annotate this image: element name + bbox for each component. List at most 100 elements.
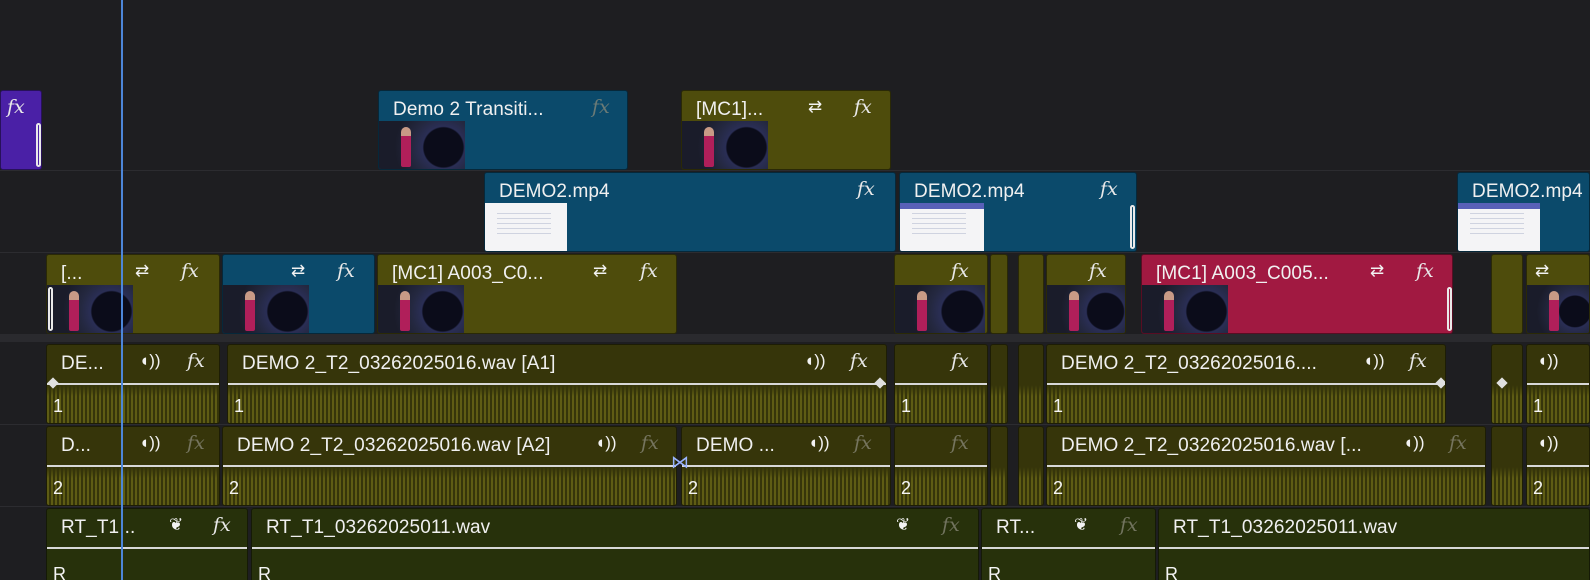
video-clip[interactable]: fx [894, 254, 988, 334]
video-clip[interactable]: [MC1]... ⇄ fx [681, 90, 891, 170]
audio-clip[interactable]: D... ◖)) fx 2 [46, 426, 220, 506]
speech-icon[interactable]: ◖)) [139, 351, 161, 371]
clip-trim-handle[interactable] [48, 287, 53, 331]
video-clip[interactable]: fx [0, 90, 42, 170]
ripple-edit-cursor-icon[interactable]: ⋈ [670, 452, 690, 472]
audio-clip[interactable] [1491, 426, 1523, 506]
audio-clip[interactable]: fx 2 [894, 426, 988, 506]
audio-clip[interactable]: RT... ❦ fx R [981, 508, 1156, 580]
multicam-sync-icon[interactable]: ⇄ [291, 261, 305, 281]
fx-icon[interactable]: fx [187, 350, 205, 372]
speech-icon[interactable]: ◖)) [1537, 351, 1559, 371]
speech-icon[interactable]: ◖)) [1363, 351, 1385, 371]
audio-clip[interactable]: RT_T1_03262025011.wav ❦ fx R [251, 508, 979, 580]
volume-line[interactable] [47, 547, 247, 549]
audio-clip[interactable]: DEMO 2_T2_03262025016.wav [... ◖)) fx 2 [1046, 426, 1486, 506]
playhead[interactable] [121, 0, 123, 580]
volume-line[interactable] [223, 465, 676, 467]
clip-trim-handle[interactable] [1130, 205, 1135, 249]
audio-clip[interactable] [1491, 344, 1523, 424]
speech-icon[interactable]: ◖)) [595, 433, 617, 453]
fx-icon[interactable]: fx [857, 178, 875, 200]
audio-clip[interactable]: DEMO ... ◖)) fx 2 [681, 426, 891, 506]
audio-clip[interactable] [990, 344, 1008, 424]
video-clip[interactable]: ⇄ [1526, 254, 1590, 334]
multicam-sync-icon[interactable]: ⇄ [135, 261, 149, 281]
remix-icon[interactable]: ❦ [169, 515, 183, 535]
volume-line[interactable] [228, 383, 886, 385]
video-clip[interactable]: DEMO2.mp4 fx [899, 172, 1137, 252]
fx-icon[interactable]: fx [1449, 432, 1467, 454]
clip-trim-handle[interactable] [36, 123, 41, 167]
fx-icon[interactable]: fx [951, 260, 969, 282]
volume-line[interactable] [47, 383, 219, 385]
video-clip[interactable] [1018, 254, 1044, 334]
volume-line[interactable] [1527, 465, 1589, 467]
fx-icon[interactable]: fx [187, 432, 205, 454]
volume-line[interactable] [982, 547, 1155, 549]
audio-clip[interactable]: RT_T1... ❦ fx R [46, 508, 248, 580]
volume-line[interactable] [1527, 383, 1589, 385]
speech-icon[interactable]: ◖)) [804, 351, 826, 371]
volume-line[interactable] [1159, 547, 1589, 549]
audio-clip[interactable]: RT_T1_03262025011.wav R [1158, 508, 1590, 580]
fx-icon[interactable]: fx [1100, 178, 1118, 200]
speech-icon[interactable]: ◖)) [1537, 433, 1559, 453]
fx-icon[interactable]: fx [213, 514, 231, 536]
audio-clip[interactable]: ◖)) 2 [1526, 426, 1590, 506]
audio-clip[interactable]: DE... ◖)) fx 1 [46, 344, 220, 424]
multicam-sync-icon[interactable]: ⇄ [1535, 261, 1549, 281]
multicam-sync-icon[interactable]: ⇄ [1370, 261, 1384, 281]
video-clip[interactable]: Demo 2 Transiti... fx [378, 90, 628, 170]
remix-icon[interactable]: ❦ [1074, 515, 1088, 535]
remix-icon[interactable]: ❦ [896, 515, 910, 535]
video-clip[interactable] [990, 254, 1008, 334]
audio-clip[interactable] [990, 426, 1008, 506]
fx-icon[interactable]: fx [1409, 350, 1427, 372]
fx-icon[interactable]: fx [854, 432, 872, 454]
volume-line[interactable] [1047, 465, 1485, 467]
fx-icon[interactable]: fx [854, 96, 872, 118]
speech-icon[interactable]: ◖)) [139, 433, 161, 453]
audio-clip[interactable]: DEMO 2_T2_03262025016.... ◖)) fx 1 [1046, 344, 1446, 424]
volume-line[interactable] [47, 465, 219, 467]
multicam-sync-icon[interactable]: ⇄ [593, 261, 607, 281]
video-clip[interactable]: [MC1] A003_C005... ⇄ fx [1141, 254, 1453, 334]
audio-clip[interactable]: fx 1 [894, 344, 988, 424]
audio-waveform [1047, 385, 1445, 423]
fx-icon[interactable]: fx [592, 96, 610, 118]
fx-icon[interactable]: fx [1120, 514, 1138, 536]
volume-line[interactable] [252, 547, 978, 549]
fx-icon[interactable]: fx [942, 514, 960, 536]
fx-icon[interactable]: fx [951, 350, 969, 372]
audio-clip[interactable]: ◖)) 1 [1526, 344, 1590, 424]
video-clip[interactable]: ⇄ fx [222, 254, 375, 334]
audio-clip[interactable]: DEMO 2_T2_03262025016.wav [A1] ◖)) fx 1 [227, 344, 887, 424]
multicam-sync-icon[interactable]: ⇄ [808, 97, 822, 117]
fx-icon[interactable]: fx [850, 350, 868, 372]
fx-icon[interactable]: fx [7, 96, 25, 118]
fx-icon[interactable]: fx [1416, 260, 1434, 282]
volume-line[interactable] [1047, 383, 1445, 385]
video-clip[interactable]: fx [1046, 254, 1126, 334]
video-clip[interactable]: [MC1] A003_C0... ⇄ fx [377, 254, 677, 334]
video-clip[interactable]: DEMO2.mp4 [1457, 172, 1590, 252]
fx-icon[interactable]: fx [181, 260, 199, 282]
volume-line[interactable] [682, 465, 890, 467]
audio-clip[interactable] [1018, 426, 1044, 506]
clip-trim-handle[interactable] [1447, 287, 1452, 331]
video-clip[interactable]: DEMO2.mp4 fx [484, 172, 896, 252]
audio-clip[interactable]: DEMO 2_T2_03262025016.wav [A2] ◖)) fx 2 [222, 426, 677, 506]
fx-icon[interactable]: fx [641, 432, 659, 454]
fx-icon[interactable]: fx [640, 260, 658, 282]
fx-icon[interactable]: fx [951, 432, 969, 454]
speech-icon[interactable]: ◖)) [808, 433, 830, 453]
fx-icon[interactable]: fx [1089, 260, 1107, 282]
video-clip[interactable] [1491, 254, 1523, 334]
volume-line[interactable] [895, 465, 987, 467]
video-clip[interactable]: [... ⇄ fx [46, 254, 220, 334]
audio-clip[interactable] [1018, 344, 1044, 424]
speech-icon[interactable]: ◖)) [1403, 433, 1425, 453]
fx-icon[interactable]: fx [337, 260, 355, 282]
volume-line[interactable] [895, 383, 987, 385]
